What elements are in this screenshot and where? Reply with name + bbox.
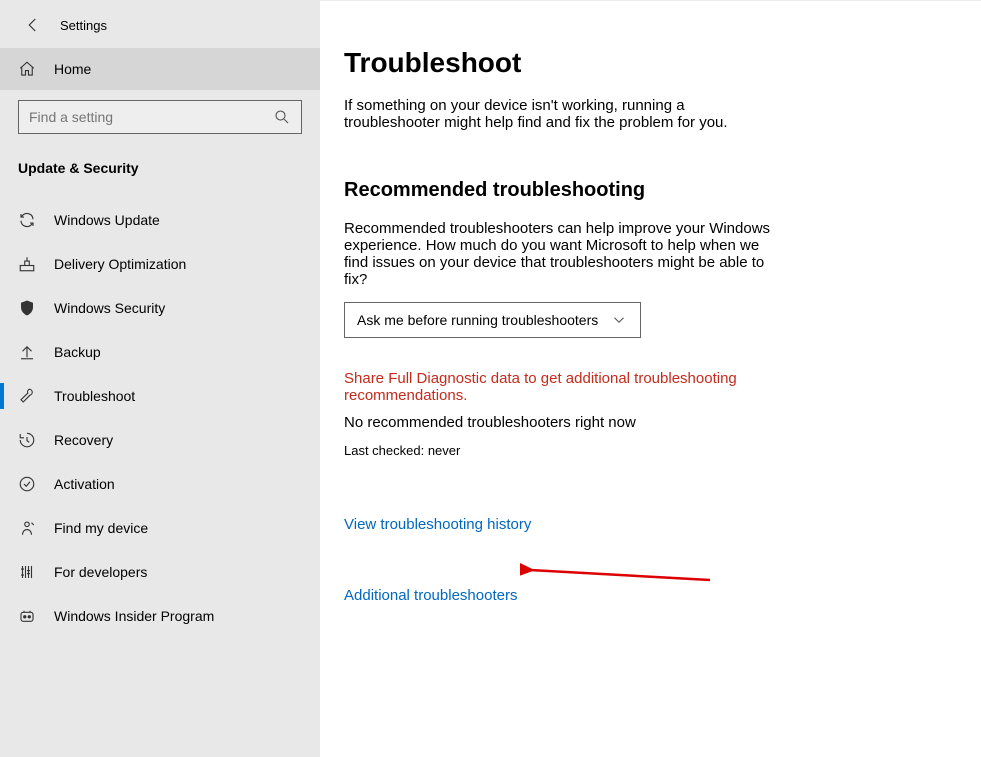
sidebar-item-label: Troubleshoot [54,388,135,404]
category-heading: Update & Security [0,140,320,188]
wrench-icon [18,387,36,405]
page-title: Troubleshoot [344,47,951,79]
backup-icon [18,343,36,361]
no-recommended-text: No recommended troubleshooters right now [344,414,951,431]
sidebar-item-home[interactable]: Home [0,48,320,90]
main-content: Troubleshoot If something on your device… [320,0,981,757]
refresh-icon [18,211,36,229]
sidebar-item-label: Recovery [54,432,113,448]
search-input[interactable] [29,109,273,125]
sidebar-item-label: Backup [54,344,101,360]
last-checked-text: Last checked: never [344,443,951,458]
nav-list: Windows Update Delivery Optimization Win… [0,198,320,638]
sidebar-item-backup[interactable]: Backup [0,330,320,374]
sidebar-item-insider-program[interactable]: Windows Insider Program [0,594,320,638]
sidebar-item-troubleshoot[interactable]: Troubleshoot [0,374,320,418]
dropdown-value: Ask me before running troubleshooters [357,312,598,328]
header-row: Settings [0,10,320,48]
location-person-icon [18,519,36,537]
sidebar-item-label: Delivery Optimization [54,256,186,272]
sidebar-item-find-my-device[interactable]: Find my device [0,506,320,550]
sidebar-item-label: Windows Insider Program [54,608,214,624]
section-intro: Recommended troubleshooters can help imp… [344,220,774,288]
link-additional-troubleshooters[interactable]: Additional troubleshooters [344,587,951,604]
recovery-icon [18,431,36,449]
search-box[interactable] [18,100,302,134]
section-title: Recommended troubleshooting [344,179,951,202]
delivery-icon [18,255,36,273]
link-troubleshooting-history[interactable]: View troubleshooting history [344,516,951,533]
search-icon [273,108,291,126]
sidebar-item-for-developers[interactable]: For developers [0,550,320,594]
sidebar-item-label: Windows Update [54,212,160,228]
sidebar-item-windows-update[interactable]: Windows Update [0,198,320,242]
back-icon[interactable] [24,16,42,34]
sidebar-item-recovery[interactable]: Recovery [0,418,320,462]
sidebar-item-label: For developers [54,564,147,580]
sidebar-item-delivery-optimization[interactable]: Delivery Optimization [0,242,320,286]
developer-icon [18,563,36,581]
troubleshoot-preference-dropdown[interactable]: Ask me before running troubleshooters [344,302,641,338]
shield-icon [18,299,36,317]
app-title: Settings [60,18,107,33]
home-icon [18,60,36,78]
diagnostic-warning: Share Full Diagnostic data to get additi… [344,370,784,404]
sidebar: Settings Home Update & Security Wind [0,0,320,757]
sidebar-item-label: Find my device [54,520,148,536]
sidebar-item-label: Windows Security [54,300,165,316]
search-container [0,90,320,140]
sidebar-item-activation[interactable]: Activation [0,462,320,506]
checkmark-circle-icon [18,475,36,493]
sidebar-item-label: Activation [54,476,115,492]
chevron-down-icon [610,311,628,329]
sidebar-item-windows-security[interactable]: Windows Security [0,286,320,330]
page-intro: If something on your device isn't workin… [344,97,774,131]
insider-icon [18,607,36,625]
home-label: Home [54,61,91,77]
